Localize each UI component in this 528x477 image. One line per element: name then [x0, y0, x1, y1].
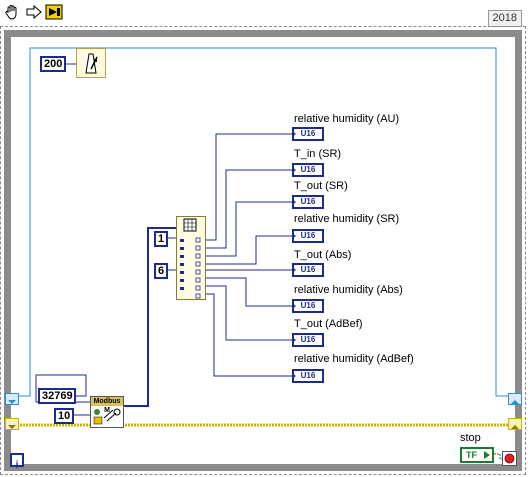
u16-indicator[interactable]: U16 [292, 163, 324, 177]
indicator-label: T_out (Abs) [294, 249, 352, 261]
u16-indicator[interactable]: U16 [292, 195, 324, 209]
metronome-icon[interactable] [76, 48, 106, 78]
indicator-label: T_in (SR) [294, 148, 342, 160]
indicator-label: relative humidity (Abs) [294, 284, 403, 296]
u16-indicator[interactable]: U16 [292, 127, 324, 141]
iteration-label: i [15, 460, 19, 471]
index-array-icon [180, 218, 201, 299]
stop-label: stop [460, 432, 481, 444]
index-array-node[interactable] [176, 216, 206, 300]
indicator-label: relative humidity (AU) [294, 113, 400, 125]
right-shift-register[interactable] [508, 393, 522, 405]
register-count-constant[interactable]: 10 [54, 408, 74, 424]
indicator-label: relative humidity (AdBef) [294, 353, 414, 365]
u16-indicator[interactable]: U16 [292, 369, 324, 383]
stop-condition-icon[interactable] [502, 451, 517, 466]
stop-boolean-control[interactable]: TF [460, 447, 494, 463]
wait-ms-constant[interactable]: 200 [40, 56, 66, 72]
u16-indicator[interactable]: U16 [292, 333, 324, 347]
left-error-register[interactable] [5, 418, 19, 430]
u16-indicator[interactable]: U16 [292, 299, 324, 313]
modbus-label: Modbus M [91, 397, 123, 414]
index-length-constant[interactable]: 6 [154, 263, 168, 279]
indicator-label: T_out (AdBef) [294, 318, 363, 330]
u16-indicator[interactable]: U16 [292, 263, 324, 277]
index-start-constant[interactable]: 1 [154, 231, 168, 247]
stop-bool-text: TF [466, 450, 477, 460]
modbus-node-icon [93, 408, 121, 425]
register-address-constant[interactable]: 32769 [38, 388, 76, 404]
iteration-terminal: i [10, 453, 24, 471]
modbus-read-node[interactable]: Modbus M [90, 396, 124, 428]
indicator-label: T_out (SR) [294, 180, 348, 192]
right-error-register[interactable] [508, 418, 522, 430]
indicator-label: relative humidity (SR) [294, 213, 400, 225]
left-shift-register[interactable] [5, 393, 19, 405]
u16-indicator[interactable]: U16 [292, 229, 324, 243]
